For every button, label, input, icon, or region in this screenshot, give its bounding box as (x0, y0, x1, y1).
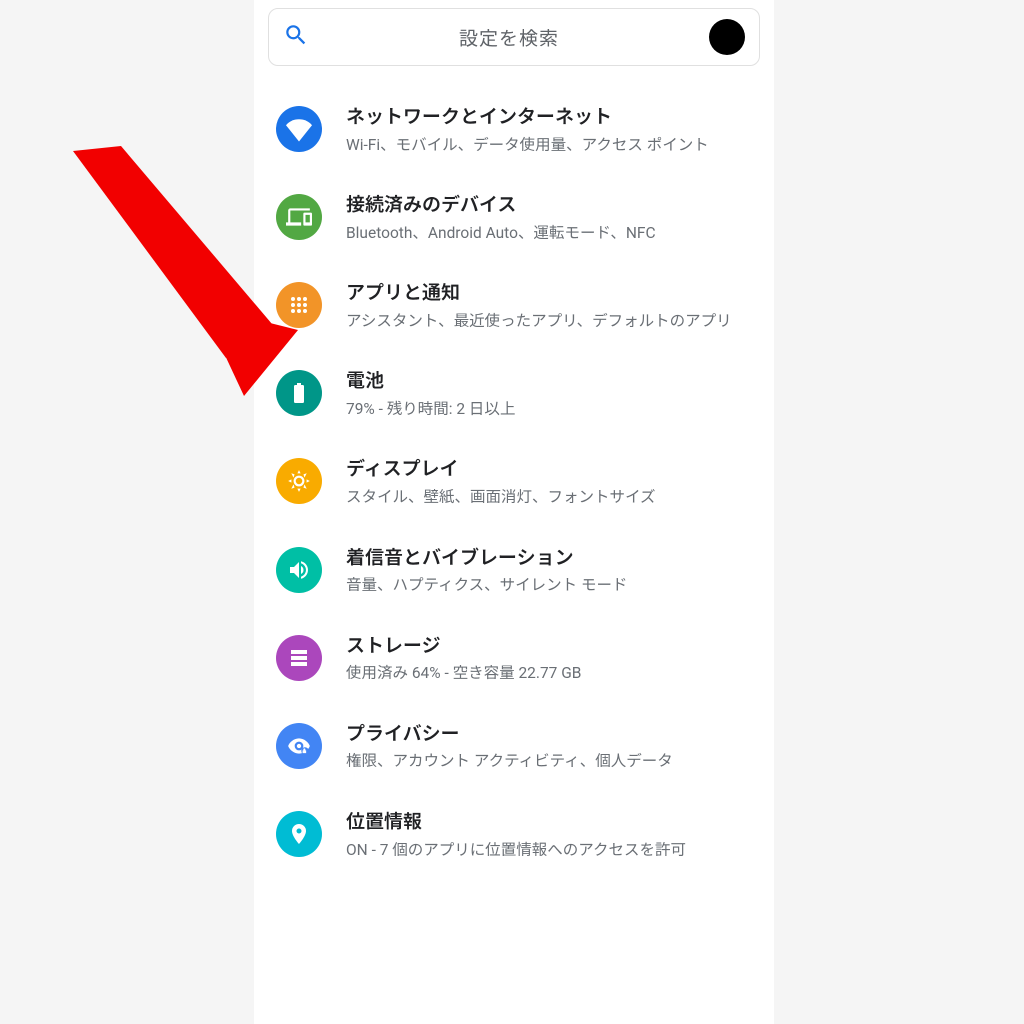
item-title: 接続済みのデバイス (346, 192, 754, 218)
item-subtitle: スタイル、壁紙、画面消灯、フォントサイズ (346, 486, 754, 508)
item-subtitle: Bluetooth、Android Auto、運転モード、NFC (346, 222, 754, 244)
search-icon (283, 22, 309, 52)
item-title: ストレージ (346, 633, 754, 659)
settings-item-storage[interactable]: ストレージ 使用済み 64% - 空き容量 22.77 GB (254, 619, 774, 699)
item-title: プライバシー (346, 721, 754, 747)
devices-icon (276, 194, 322, 240)
item-subtitle: アシスタント、最近使ったアプリ、デフォルトのアプリ (346, 310, 754, 332)
settings-item-location[interactable]: 位置情報 ON - 7 個のアプリに位置情報へのアクセスを許可 (254, 795, 774, 875)
settings-item-privacy[interactable]: プライバシー 権限、アカウント アクティビティ、個人データ (254, 707, 774, 787)
wifi-icon (276, 106, 322, 152)
item-title: ネットワークとインターネット (346, 104, 754, 130)
item-subtitle: 79% - 残り時間: 2 日以上 (346, 398, 754, 420)
settings-list: ネットワークとインターネット Wi-Fi、モバイル、データ使用量、アクセス ポイ… (254, 66, 774, 875)
settings-item-sound[interactable]: 着信音とバイブレーション 音量、ハプティクス、サイレント モード (254, 531, 774, 611)
item-title: 位置情報 (346, 809, 754, 835)
avatar[interactable] (709, 19, 745, 55)
item-title: アプリと通知 (346, 280, 754, 306)
settings-item-apps[interactable]: アプリと通知 アシスタント、最近使ったアプリ、デフォルトのアプリ (254, 266, 774, 346)
item-subtitle: 使用済み 64% - 空き容量 22.77 GB (346, 662, 754, 684)
item-title: ディスプレイ (346, 456, 754, 482)
settings-item-display[interactable]: ディスプレイ スタイル、壁紙、画面消灯、フォントサイズ (254, 442, 774, 522)
search-placeholder: 設定を検索 (309, 24, 709, 51)
display-icon (276, 458, 322, 504)
search-bar[interactable]: 設定を検索 (268, 8, 760, 66)
settings-item-connected-devices[interactable]: 接続済みのデバイス Bluetooth、Android Auto、運転モード、N… (254, 178, 774, 258)
item-subtitle: 権限、アカウント アクティビティ、個人データ (346, 750, 754, 772)
settings-screen: 設定を検索 ネットワークとインターネット Wi-Fi、モバイル、データ使用量、ア… (254, 0, 774, 1024)
settings-item-network[interactable]: ネットワークとインターネット Wi-Fi、モバイル、データ使用量、アクセス ポイ… (254, 90, 774, 170)
location-icon (276, 811, 322, 857)
apps-icon (276, 282, 322, 328)
privacy-icon (276, 723, 322, 769)
item-subtitle: 音量、ハプティクス、サイレント モード (346, 574, 754, 596)
sound-icon (276, 547, 322, 593)
settings-item-battery[interactable]: 電池 79% - 残り時間: 2 日以上 (254, 354, 774, 434)
item-subtitle: Wi-Fi、モバイル、データ使用量、アクセス ポイント (346, 134, 754, 156)
storage-icon (276, 635, 322, 681)
item-title: 着信音とバイブレーション (346, 545, 754, 571)
item-subtitle: ON - 7 個のアプリに位置情報へのアクセスを許可 (346, 839, 754, 861)
battery-icon (276, 370, 322, 416)
item-title: 電池 (346, 368, 754, 394)
